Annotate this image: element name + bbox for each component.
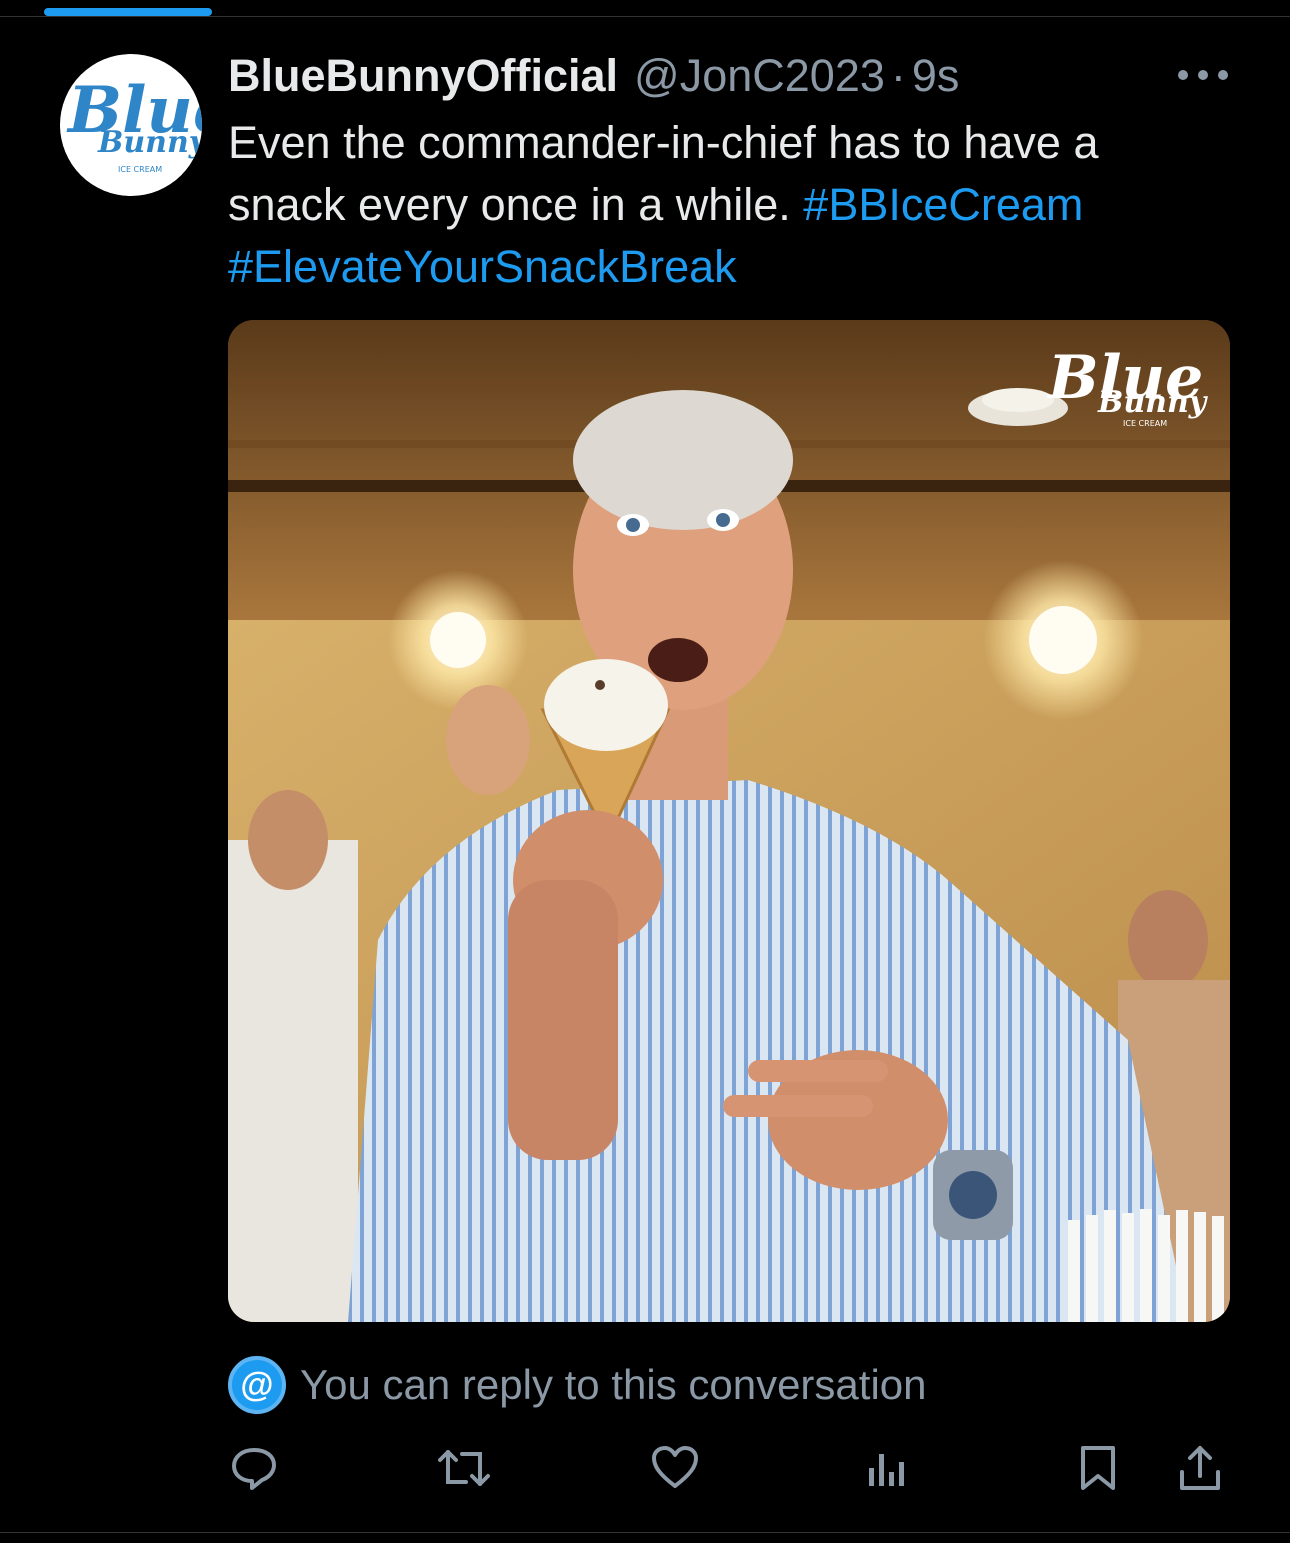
more-options-button[interactable] xyxy=(1178,60,1228,90)
reply-permission-notice: @ You can reply to this conversation xyxy=(228,1354,927,1416)
watermark-tagline: ICE CREAM xyxy=(1123,419,1167,428)
more-dot xyxy=(1198,70,1208,80)
tweet-text: Even the commander-in-chief has to have … xyxy=(228,112,1208,298)
share-icon xyxy=(1180,1446,1220,1490)
views-icon xyxy=(869,1454,904,1486)
like-button[interactable] xyxy=(647,1440,703,1496)
watermark-bunny: Bunny xyxy=(1097,385,1209,420)
separator-dot: · xyxy=(890,50,906,101)
reply-button[interactable] xyxy=(226,1440,282,1496)
retweet-button[interactable] xyxy=(436,1440,492,1496)
avatar[interactable]: Blue Bunny ICE CREAM xyxy=(60,54,202,196)
avatar-logo-tagline: ICE CREAM xyxy=(118,165,162,174)
more-horizontal-icon xyxy=(1178,70,1188,80)
reply-icon xyxy=(232,1448,276,1490)
avatar-logo-unny: Bunny xyxy=(97,125,202,160)
reply-notice-text: You can reply to this conversation xyxy=(300,1361,927,1408)
top-divider xyxy=(0,16,1290,17)
share-button[interactable] xyxy=(1172,1440,1228,1496)
more-dot xyxy=(1218,70,1228,80)
blue-bunny-logo-icon: Blue Bunny ICE CREAM xyxy=(66,73,202,174)
mention-icon: @ xyxy=(228,1356,286,1414)
timestamp[interactable]: 9s xyxy=(912,50,960,102)
hashtag-link[interactable]: #ElevateYourSnackBreak xyxy=(228,241,737,292)
display-name[interactable]: BlueBunnyOfficial xyxy=(228,50,618,102)
tweet-header: BlueBunnyOfficial @JonC2023 · 9s xyxy=(228,50,959,102)
bookmark-button[interactable] xyxy=(1070,1440,1126,1496)
views-button[interactable] xyxy=(858,1440,914,1496)
user-handle[interactable]: @JonC2023 xyxy=(634,50,885,102)
tab-active-indicator xyxy=(44,8,212,16)
bottom-divider xyxy=(0,1532,1290,1533)
photo-illustration: Blue Bunny ICE CREAM xyxy=(228,320,1230,1322)
retweet-icon xyxy=(438,1450,490,1486)
tweet-photo[interactable]: Blue Bunny ICE CREAM xyxy=(228,320,1230,1322)
like-icon xyxy=(652,1446,698,1488)
hashtag-link[interactable]: #BBIceCream xyxy=(803,179,1083,230)
bookmark-icon xyxy=(1081,1446,1115,1490)
